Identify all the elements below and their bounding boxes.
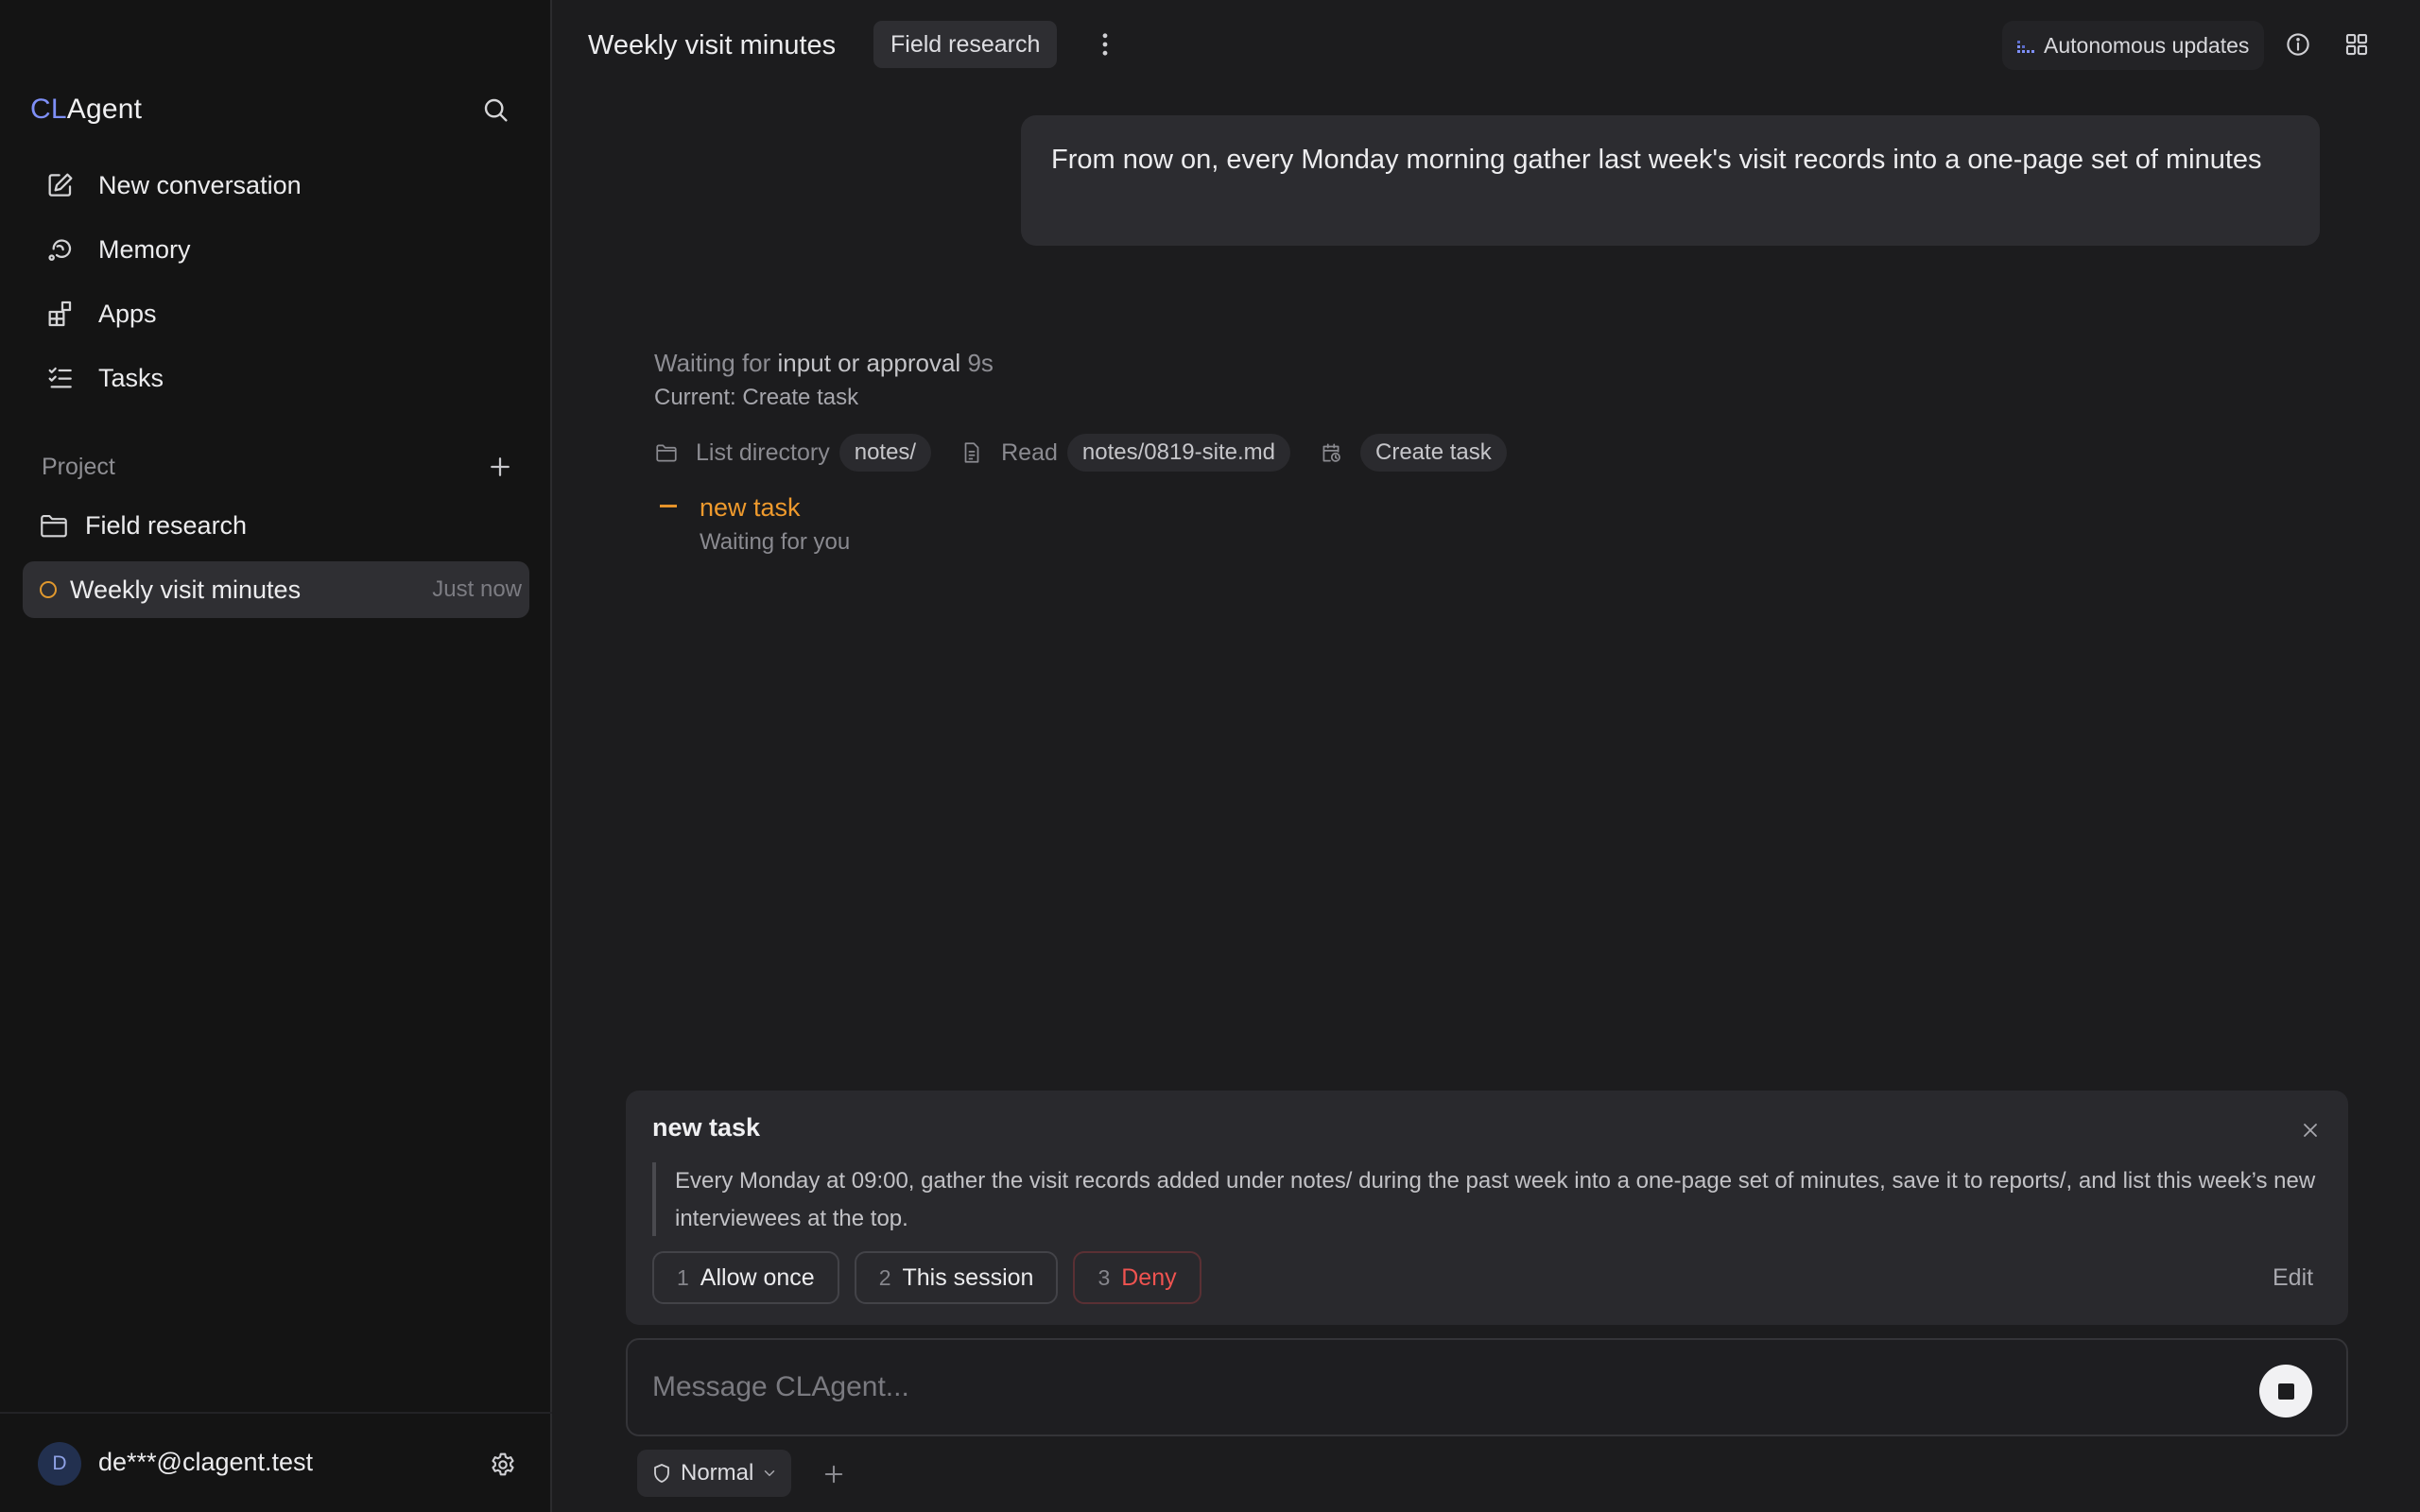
- project-header-label: Project: [42, 453, 115, 480]
- tool-steps: List directory notes/ Read notes/0819-si…: [654, 433, 1507, 472]
- permission-mode-select[interactable]: Normal: [637, 1450, 792, 1497]
- conversation-item-weekly-visit-minutes[interactable]: Weekly visit minutes Just now: [23, 561, 529, 618]
- search-icon[interactable]: [480, 94, 510, 125]
- step-chip[interactable]: notes/0819-site.md: [1066, 434, 1290, 472]
- main-panel: Weekly visit minutes Field research Auto…: [554, 0, 2420, 1512]
- sidebar-item-apps[interactable]: Apps: [23, 282, 529, 346]
- add-attachment-icon[interactable]: [821, 1461, 847, 1487]
- conversation-time: Just now: [432, 576, 522, 602]
- add-project-icon[interactable]: [486, 453, 514, 481]
- sidebar-item-label: Apps: [98, 299, 157, 328]
- shortcut-number: 1: [677, 1264, 689, 1290]
- stop-icon: [2277, 1383, 2294, 1400]
- sidebar-item-new-conversation[interactable]: New conversation: [23, 153, 529, 217]
- task-pending-indicator: [660, 505, 677, 507]
- project-chip[interactable]: Field research: [873, 21, 1058, 68]
- task-subtitle: Waiting for you: [700, 529, 851, 555]
- message-composer: [626, 1338, 2348, 1436]
- stop-button[interactable]: [2259, 1365, 2312, 1418]
- approval-card: new task Every Monday at 09:00, gather t…: [626, 1091, 2348, 1325]
- sidebar-item-label: New conversation: [98, 170, 302, 199]
- approval-actions: 1 Allow once 2 This session 3 Deny: [652, 1251, 1201, 1304]
- close-icon[interactable]: [2299, 1119, 2322, 1142]
- shortcut-number: 3: [1098, 1264, 1111, 1290]
- approval-description: Every Monday at 09:00, gather the visit …: [652, 1162, 2316, 1236]
- conversation-status-dot: [40, 581, 57, 598]
- step-chip[interactable]: Create task: [1360, 434, 1507, 472]
- status-prefix: Waiting for: [654, 349, 778, 377]
- conversation-heading: Weekly visit minutes: [588, 30, 837, 60]
- step-label: Read: [1001, 438, 1058, 466]
- folder-icon: [38, 509, 70, 541]
- sidebar-nav: New conversation Memory Apps Tasks: [23, 153, 529, 410]
- memory-icon: [45, 234, 76, 265]
- gear-icon[interactable]: [488, 1450, 518, 1480]
- deny-button[interactable]: 3 Deny: [1073, 1251, 1201, 1304]
- user-email[interactable]: de***@clagent.test: [98, 1448, 313, 1477]
- agent-status: Waiting for input or approval 9s Current…: [654, 344, 2072, 414]
- folder-icon: [654, 440, 679, 465]
- calendar-clock-icon: [1319, 440, 1343, 465]
- avatar[interactable]: D: [38, 1442, 81, 1486]
- button-label: This session: [902, 1263, 1034, 1291]
- task-title: new task: [700, 493, 801, 522]
- button-label: Allow once: [700, 1263, 815, 1291]
- step-chip[interactable]: notes/: [838, 434, 932, 472]
- brand-prefix: CL: [30, 94, 67, 125]
- chevron-down-icon: [761, 1465, 778, 1482]
- sidebar-footer: D de***@clagent.test: [0, 1412, 552, 1512]
- shortcut-number: 2: [878, 1264, 891, 1290]
- project-section-header: Project: [42, 448, 514, 486]
- conversation-title: Weekly visit minutes: [70, 575, 302, 604]
- allow-once-button[interactable]: 1 Allow once: [652, 1251, 839, 1304]
- project-folder-label: Field research: [85, 510, 248, 540]
- project-folder-field-research[interactable]: Field research: [23, 499, 529, 552]
- sidebar-item-label: Memory: [98, 234, 191, 264]
- activity-bars-icon: [2015, 35, 2036, 56]
- sidebar-item-memory[interactable]: Memory: [23, 217, 529, 282]
- sidebar-item-label: Tasks: [98, 363, 164, 392]
- sidebar-item-tasks[interactable]: Tasks: [23, 346, 529, 410]
- autonomous-updates-label: Autonomous updates: [2044, 32, 2250, 58]
- shield-icon: [650, 1462, 673, 1485]
- brand-suffix: Agent: [66, 94, 143, 125]
- autonomous-updates-button[interactable]: Autonomous updates: [2002, 21, 2265, 70]
- status-emphasis: input or approval: [777, 349, 961, 377]
- apps-icon: [45, 299, 76, 329]
- permission-mode-label: Normal: [681, 1460, 754, 1486]
- status-current-step: Current: Create task: [654, 385, 859, 410]
- more-options-icon[interactable]: [1089, 28, 1121, 60]
- status-elapsed: 9s: [967, 349, 994, 377]
- status-line: Waiting for input or approval 9s: [654, 344, 2072, 382]
- edit-button[interactable]: Edit: [2273, 1264, 2313, 1292]
- approval-title: new task: [652, 1113, 761, 1142]
- tasks-icon: [45, 363, 76, 393]
- new-conversation-icon: [45, 170, 76, 200]
- step-label: List directory: [696, 438, 830, 466]
- button-label: Deny: [1121, 1263, 1177, 1291]
- file-icon: [959, 440, 984, 465]
- sidebar: CLAgent New conversation Memory Apps Tas…: [0, 0, 552, 1512]
- brand-logo: CLAgent: [30, 91, 142, 129]
- info-icon[interactable]: [2284, 30, 2312, 59]
- layout-grid-icon[interactable]: [2342, 30, 2371, 59]
- message-input[interactable]: [652, 1363, 2259, 1412]
- user-message-bubble: From now on, every Monday morning gather…: [1021, 115, 2320, 246]
- allow-session-button[interactable]: 2 This session: [854, 1251, 1059, 1304]
